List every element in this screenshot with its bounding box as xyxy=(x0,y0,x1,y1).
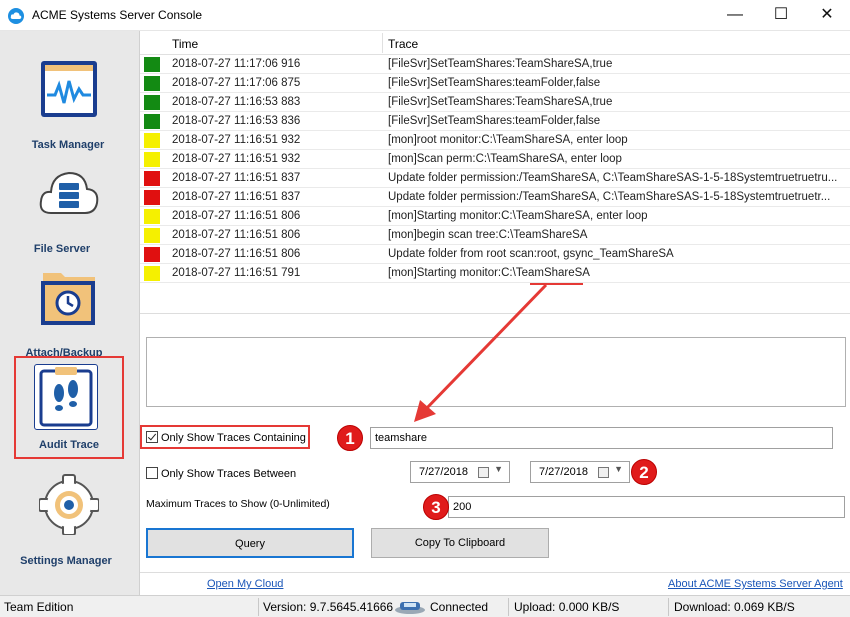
edition-text: Team Edition xyxy=(4,600,74,614)
status-divider xyxy=(508,598,509,616)
version-text: Version: 9.7.5645.41666 xyxy=(263,600,394,614)
connection-status: Connected xyxy=(430,600,489,614)
status-bar: Team Edition Version: 9.7.5645.41666 Con… xyxy=(0,595,850,617)
open-my-cloud-link[interactable]: Open My Cloud xyxy=(207,578,283,590)
status-divider xyxy=(258,598,259,616)
footer-links: Open My Cloud About ACME Systems Server … xyxy=(140,572,850,595)
annotation-arrow xyxy=(414,283,583,422)
about-link[interactable]: About ACME Systems Server Agent xyxy=(668,578,843,590)
status-divider xyxy=(668,598,669,616)
download-text: Download: 0.069 KB/S xyxy=(674,600,795,614)
connection-icon xyxy=(394,599,426,617)
upload-text: Upload: 0.000 KB/S xyxy=(514,600,620,614)
